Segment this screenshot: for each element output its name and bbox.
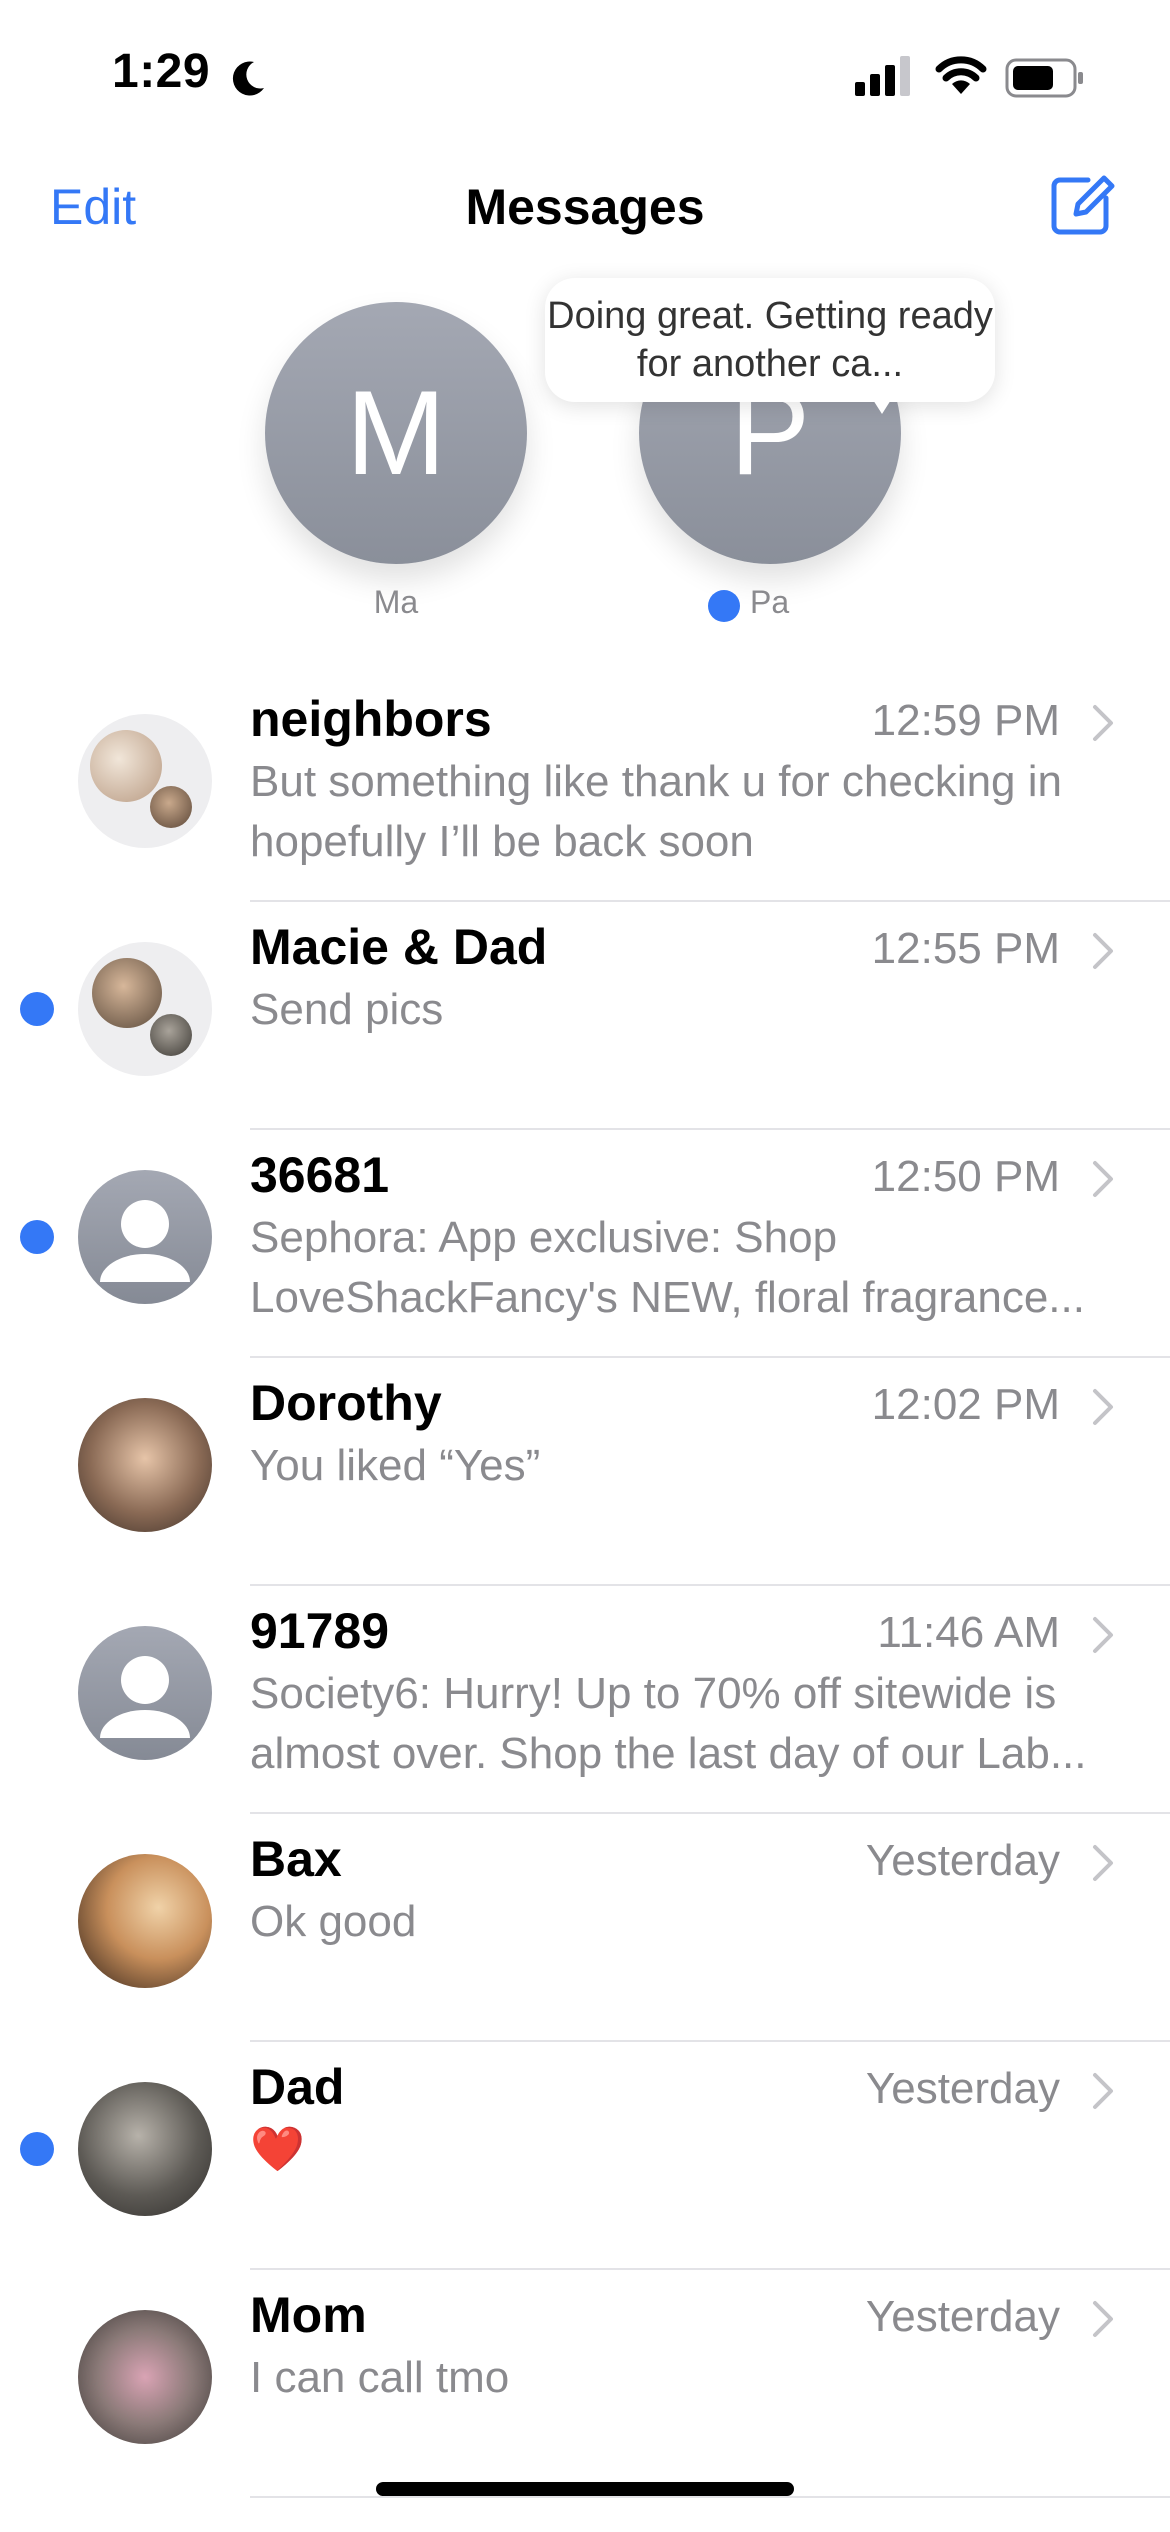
message-time: 12:50 PM — [871, 1152, 1060, 1201]
conversation-row[interactable]: Bax Yesterday Ok good — [0, 1814, 1170, 2042]
row-divider — [250, 2496, 1170, 2498]
unread-indicator — [20, 2132, 54, 2166]
moon-icon — [232, 61, 264, 96]
message-preview: ❤️ — [250, 2125, 305, 2174]
message-time: Yesterday — [865, 2064, 1060, 2113]
group-member-photo — [150, 1014, 192, 1056]
message-time: 12:59 PM — [871, 696, 1060, 745]
contact-name: Macie & Dad — [250, 919, 548, 975]
message-preview: But something like thank u for checking … — [250, 757, 1063, 866]
pinned-avatar[interactable]: M — [265, 302, 527, 564]
contact-photo — [78, 2082, 212, 2216]
unread-indicator — [20, 1220, 54, 1254]
unread-indicator — [708, 590, 740, 622]
conversation-row[interactable]: Macie & Dad 12:55 PM Send pics — [0, 902, 1170, 1130]
compose-icon[interactable] — [1048, 170, 1116, 238]
battery-icon — [1005, 58, 1083, 98]
unread-indicator — [20, 992, 54, 1026]
group-avatar — [78, 942, 212, 1076]
contact-photo — [78, 2310, 212, 2444]
bubble-tail — [868, 392, 896, 414]
conversation-row[interactable]: Dad Yesterday ❤️ — [0, 2042, 1170, 2270]
message-time: Yesterday — [865, 2292, 1060, 2341]
message-preview: Ok good — [250, 1897, 417, 1946]
conversation-row[interactable]: 91789 11:46 AM Society6: Hurry! Up to 70… — [0, 1586, 1170, 1814]
chevron-right-icon — [1093, 705, 1113, 741]
contact-name: Bax — [250, 1831, 342, 1887]
message-preview-bubble: Doing great. Getting ready for another c… — [545, 278, 995, 402]
contact-name: neighbors — [250, 691, 492, 747]
pinned-name: Pa — [750, 584, 790, 620]
contact-name: 36681 — [250, 1147, 390, 1203]
group-avatar — [78, 714, 212, 848]
chevron-right-icon — [1093, 2301, 1113, 2337]
message-preview: I can call tmo — [250, 2353, 510, 2402]
chevron-right-icon — [1093, 1161, 1113, 1197]
chevron-right-icon — [1093, 1617, 1113, 1653]
chevron-right-icon — [1093, 933, 1113, 969]
status-time: 1:29 — [112, 45, 211, 98]
contact-name: Mom — [250, 2287, 367, 2343]
message-time: 11:46 AM — [877, 1608, 1060, 1657]
default-person-icon — [78, 1626, 212, 1760]
page-title: Messages — [465, 179, 705, 235]
group-member-photo — [92, 958, 162, 1028]
contact-photo — [78, 1398, 212, 1532]
message-time: 12:02 PM — [871, 1380, 1060, 1429]
group-member-photo — [150, 786, 192, 828]
conversation-row[interactable]: 36681 12:50 PM Sephora: App exclusive: S… — [0, 1130, 1170, 1358]
message-preview: You liked “Yes” — [250, 1441, 541, 1490]
chevron-right-icon — [1093, 2073, 1113, 2109]
conversation-row[interactable]: neighbors 12:59 PM But something like th… — [0, 674, 1170, 902]
message-preview: Sephora: App exclusive: Shop LoveShackFa… — [250, 1213, 1085, 1322]
chevron-right-icon — [1093, 1389, 1113, 1425]
message-preview: Society6: Hurry! Up to 70% off sitewide … — [250, 1669, 1087, 1778]
home-indicator[interactable] — [376, 2482, 794, 2496]
message-preview: Send pics — [250, 985, 444, 1034]
chevron-right-icon — [1093, 1845, 1113, 1881]
cellular-signal-icon — [855, 56, 910, 96]
message-time: Yesterday — [865, 1836, 1060, 1885]
contact-photo — [78, 1854, 212, 1988]
contact-name: Dorothy — [250, 1375, 442, 1431]
message-time: 12:55 PM — [871, 924, 1060, 973]
contact-name: 91789 — [250, 1603, 390, 1659]
default-person-icon — [78, 1170, 212, 1304]
conversation-row[interactable]: Mom Yesterday I can call tmo — [0, 2270, 1170, 2498]
wifi-icon — [935, 56, 987, 94]
conversation-row[interactable]: Dorothy 12:02 PM You liked “Yes” — [0, 1358, 1170, 1586]
pinned-name: Ma — [373, 584, 419, 620]
contact-name: Dad — [250, 2059, 345, 2115]
group-member-photo — [90, 730, 162, 802]
